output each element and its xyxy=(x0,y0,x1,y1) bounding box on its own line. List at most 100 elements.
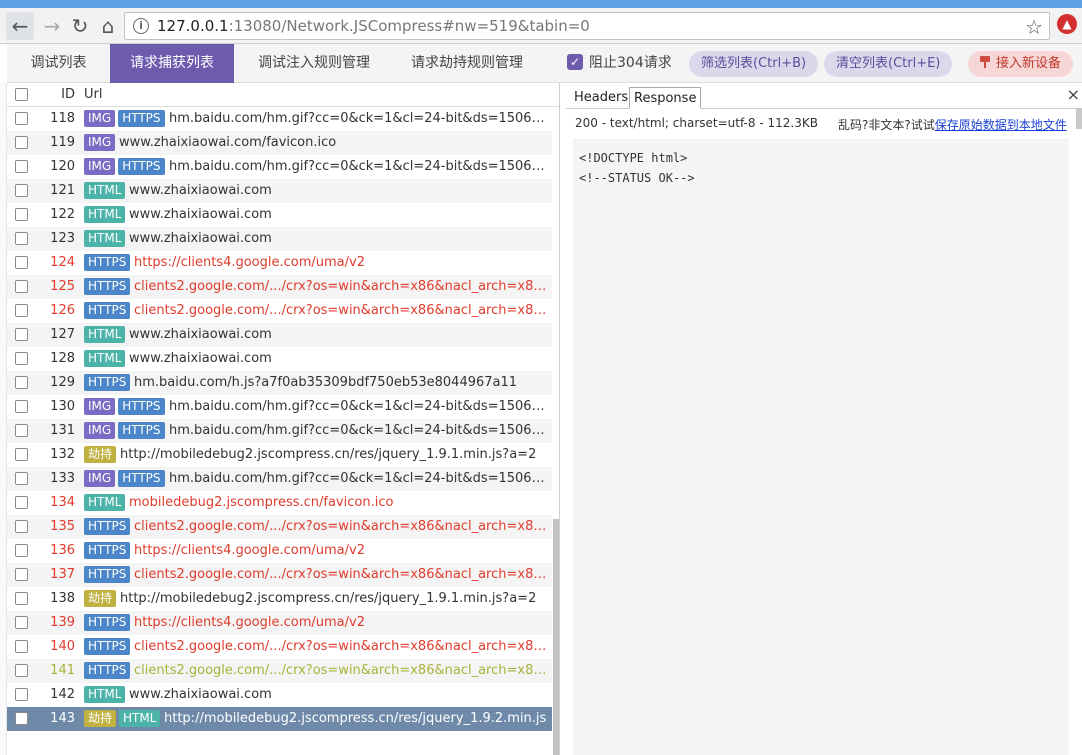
row-url: hm.baidu.com/hm.gif?cc=0&ck=1&cl=24-bit&… xyxy=(169,159,548,174)
table-row[interactable]: 131 IMG HTTPS hm.baidu.com/hm.gif?cc=0&ck=1… xyxy=(7,419,552,443)
tab-headers[interactable]: Headers xyxy=(570,87,632,109)
type-badge: 劫持 xyxy=(84,710,117,727)
type-badge: HTML xyxy=(84,686,126,703)
close-icon[interactable]: × xyxy=(1067,85,1080,104)
bookmark-star-icon[interactable]: ☆ xyxy=(1025,15,1043,39)
row-url: https://clients4.google.com/uma/v2 xyxy=(134,543,365,558)
row-checkbox[interactable] xyxy=(15,472,28,485)
row-id: 123 xyxy=(50,231,75,246)
table-row[interactable]: 137 HTTPS clients2.google.com/.../crx?os=w… xyxy=(7,563,552,587)
table-row[interactable]: 130 IMG HTTPS hm.baidu.com/hm.gif?cc=0&ck=1… xyxy=(7,395,552,419)
tab-hijack-rules[interactable]: 请求劫持规则管理 xyxy=(392,44,542,83)
row-id: 142 xyxy=(50,687,75,702)
table-row[interactable]: 136 HTTPS https://clients4.google.com/uma/… xyxy=(7,539,552,563)
table-row[interactable]: 134 HTML mobiledebug2.jscompress.cn/favico… xyxy=(7,491,552,515)
row-tags: HTTPS xyxy=(84,566,131,584)
row-checkbox[interactable] xyxy=(15,712,28,725)
clear-list-button[interactable]: 清空列表(Ctrl+E) xyxy=(824,51,953,77)
row-checkbox[interactable] xyxy=(15,208,28,221)
reload-icon[interactable]: ↻ xyxy=(66,12,94,40)
table-row[interactable]: 123 HTML www.zhaixiaowai.com xyxy=(7,227,552,251)
table-row[interactable]: 141 HTTPS clients2.google.com/.../crx?os=w… xyxy=(7,659,552,683)
row-tags: HTML xyxy=(84,326,126,344)
save-raw-link[interactable]: 保存原始数据到本地文件 xyxy=(935,118,1067,132)
row-checkbox[interactable] xyxy=(15,232,28,245)
table-row[interactable]: 120 IMG HTTPS hm.baidu.com/hm.gif?cc=0&ck=1… xyxy=(7,155,552,179)
row-checkbox[interactable] xyxy=(15,184,28,197)
row-checkbox[interactable] xyxy=(15,520,28,533)
response-scrollbar[interactable] xyxy=(1076,109,1082,129)
row-checkbox[interactable] xyxy=(15,616,28,629)
row-checkbox[interactable] xyxy=(15,496,28,509)
select-all-checkbox[interactable] xyxy=(15,88,28,101)
request-table: ID Url 118 IMG HTTPS hm.baidu.com/hm.gif?cc… xyxy=(7,83,560,755)
row-checkbox[interactable] xyxy=(15,424,28,437)
row-checkbox[interactable] xyxy=(15,664,28,677)
row-checkbox[interactable] xyxy=(15,256,28,269)
tab-debug-list[interactable]: 调试列表 xyxy=(7,44,110,83)
table-row[interactable]: 119 IMG www.zhaixiaowai.com/favicon.ico xyxy=(7,131,552,155)
row-tags: HTTPS xyxy=(84,302,131,320)
url-path: :13080/Network.JSCompress#nw=519&tabin=0 xyxy=(228,17,590,35)
table-row[interactable]: 140 HTTPS clients2.google.com/.../crx?os=w… xyxy=(7,635,552,659)
table-row[interactable]: 139 HTTPS https://clients4.google.com/uma/… xyxy=(7,611,552,635)
table-row[interactable]: 142 HTML www.zhaixiaowai.com xyxy=(7,683,552,707)
table-row[interactable]: 129 HTTPS hm.baidu.com/h.js?a7f0ab35309bdf… xyxy=(7,371,552,395)
row-checkbox[interactable] xyxy=(15,304,28,317)
table-row[interactable]: 132 劫持 http://mobiledebug2.jscompress.cn/r… xyxy=(7,443,552,467)
table-row[interactable]: 143 劫持 HTML http://mobiledebug2.jscompress.… xyxy=(7,707,552,731)
filter-list-button[interactable]: 筛选列表(Ctrl+B) xyxy=(689,51,819,77)
table-row[interactable]: 126 HTTPS clients2.google.com/.../crx?os=w… xyxy=(7,299,552,323)
row-checkbox[interactable] xyxy=(15,160,28,173)
tab-inject-rules[interactable]: 调试注入规则管理 xyxy=(239,44,389,83)
extension-icon[interactable]: ▲ xyxy=(1057,14,1077,34)
table-row[interactable]: 124 HTTPS https://clients4.google.com/uma/… xyxy=(7,251,552,275)
address-bar[interactable]: i 127.0.0.1:13080/Network.JSCompress#nw=… xyxy=(124,12,1050,40)
block-304-checkbox[interactable]: ✓ xyxy=(567,54,583,70)
row-checkbox[interactable] xyxy=(15,544,28,557)
row-checkbox[interactable] xyxy=(15,592,28,605)
row-id: 119 xyxy=(50,135,75,150)
row-url: https://clients4.google.com/uma/v2 xyxy=(134,255,365,270)
row-checkbox[interactable] xyxy=(15,400,28,413)
row-checkbox[interactable] xyxy=(15,568,28,581)
row-id: 121 xyxy=(50,183,75,198)
row-checkbox[interactable] xyxy=(15,112,28,125)
table-row[interactable]: 138 劫持 http://mobiledebug2.jscompress.cn/r… xyxy=(7,587,552,611)
table-row[interactable]: 118 IMG HTTPS hm.baidu.com/hm.gif?cc=0&ck=1… xyxy=(7,107,552,131)
table-row[interactable]: 135 HTTPS clients2.google.com/.../crx?os=w… xyxy=(7,515,552,539)
connect-device-label: 接入新设备 xyxy=(996,56,1062,71)
back-arrow-icon[interactable]: ← xyxy=(6,12,34,40)
row-tags: HTML xyxy=(84,686,126,704)
forward-arrow-icon[interactable]: → xyxy=(38,12,66,40)
row-id: 143 xyxy=(50,711,75,726)
row-checkbox[interactable] xyxy=(15,280,28,293)
row-checkbox[interactable] xyxy=(15,640,28,653)
row-checkbox[interactable] xyxy=(15,688,28,701)
row-checkbox[interactable] xyxy=(15,328,28,341)
home-icon[interactable]: ⌂ xyxy=(94,12,122,40)
row-url: hm.baidu.com/hm.gif?cc=0&ck=1&cl=24-bit&… xyxy=(169,471,548,486)
table-row[interactable]: 125 HTTPS clients2.google.com/.../crx?os=w… xyxy=(7,275,552,299)
row-tags: 劫持 xyxy=(84,446,117,464)
row-checkbox[interactable] xyxy=(15,352,28,365)
row-url: mobiledebug2.jscompress.cn/favicon.ico xyxy=(129,495,394,510)
info-icon[interactable]: i xyxy=(133,18,149,34)
table-row[interactable]: 122 HTML www.zhaixiaowai.com xyxy=(7,203,552,227)
connect-device-button[interactable]: 接入新设备 xyxy=(968,51,1074,77)
tab-request-capture[interactable]: 请求捕获列表 xyxy=(110,44,234,83)
row-id: 118 xyxy=(50,111,75,126)
table-row[interactable]: 133 IMG HTTPS hm.baidu.com/hm.gif?cc=0&ck=1… xyxy=(7,467,552,491)
row-checkbox[interactable] xyxy=(15,376,28,389)
table-scrollbar-thumb[interactable] xyxy=(553,519,559,755)
row-tags: HTTPS xyxy=(84,662,131,680)
table-row[interactable]: 128 HTML www.zhaixiaowai.com xyxy=(7,347,552,371)
row-checkbox[interactable] xyxy=(15,448,28,461)
table-row[interactable]: 121 HTML www.zhaixiaowai.com xyxy=(7,179,552,203)
row-checkbox[interactable] xyxy=(15,136,28,149)
type-badge: HTML xyxy=(84,350,126,367)
type-badge: IMG xyxy=(84,134,116,151)
tab-response[interactable]: Response xyxy=(629,87,702,109)
row-id: 122 xyxy=(50,207,75,222)
table-row[interactable]: 127 HTML www.zhaixiaowai.com xyxy=(7,323,552,347)
